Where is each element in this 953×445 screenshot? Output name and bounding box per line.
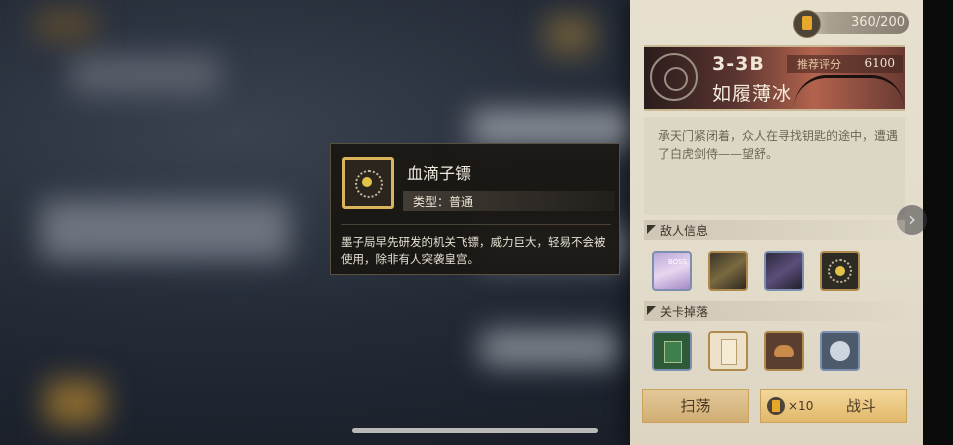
enemy-slot-warrior[interactable]	[764, 251, 804, 291]
bg-blur	[545, 15, 595, 55]
item-name: 血滴子镖	[407, 164, 472, 183]
stage-drops-header: 关卡掉落	[644, 301, 905, 321]
recommended-score: 推荐评分 6100	[787, 55, 903, 73]
stage-description: 承天门紧闭着，众人在寻找钥匙的途中，遭遇了白虎剑侍——望舒。	[658, 129, 899, 161]
bg-blur	[70, 55, 220, 95]
screen-edge	[923, 0, 953, 445]
divider	[341, 224, 611, 225]
shuriken-icon	[355, 170, 383, 198]
boss-tag: BOSS	[668, 258, 688, 266]
stage-name: 如履薄冰	[712, 83, 793, 105]
enemy-slot-shuriken[interactable]	[820, 251, 860, 291]
drop-slot-emblem[interactable]	[820, 331, 860, 371]
item-icon-frame	[342, 157, 394, 209]
fight-cost: ×10	[788, 399, 814, 413]
bg-blur	[45, 380, 105, 425]
item-type-row: 类型：普通	[403, 191, 615, 211]
stamina-counter[interactable]: 360/200	[793, 10, 909, 38]
item-description: 墨子局早先研发的机关飞镖，威力巨大，轻易不会被使用，除非有人突袭皇宫。	[341, 235, 606, 266]
item-type: 类型：普通	[413, 195, 474, 209]
stamina-cost-icon	[767, 397, 785, 415]
bg-blur	[35, 10, 95, 40]
home-indicator[interactable]	[352, 428, 598, 433]
bridge-illustration	[794, 75, 904, 108]
drop-slot-food[interactable]	[764, 331, 804, 371]
drop-slot-scroll[interactable]	[708, 331, 748, 371]
score-label: 推荐评分	[797, 58, 841, 71]
stage-banner: 3-3B 推荐评分 6100 如履薄冰	[644, 45, 905, 111]
fight-button[interactable]: ×10 战斗	[760, 389, 907, 423]
item-tooltip: 血滴子镖 类型：普通 墨子局早先研发的机关飞镖，威力巨大，轻易不会被使用，除非有…	[330, 143, 620, 275]
shuriken-icon	[828, 259, 852, 283]
triangle-marker-icon	[647, 306, 656, 315]
drop-slot-book[interactable]	[652, 331, 692, 371]
stage-drops-title: 关卡掉落	[660, 305, 709, 319]
enemy-info-title: 敌人信息	[660, 224, 709, 238]
bg-blur	[40, 200, 290, 260]
triangle-marker-icon	[647, 225, 656, 234]
stage-emblem-icon	[650, 53, 698, 101]
enemy-slot-boss[interactable]: BOSS	[652, 251, 692, 291]
stage-description-box: 承天门紧闭着，众人在寻找钥匙的途中，遭遇了白虎剑侍——望舒。	[644, 117, 905, 215]
enemy-slot-gunner[interactable]	[708, 251, 748, 291]
sweep-button[interactable]: 扫荡	[642, 389, 749, 423]
fight-label: 战斗	[846, 397, 877, 415]
bg-blur	[480, 330, 620, 366]
bg-blur	[470, 110, 640, 146]
stamina-value: 360/200	[850, 15, 905, 30]
score-value: 6100	[864, 56, 895, 70]
enemy-info-header: 敌人信息	[644, 220, 905, 240]
stage-code: 3-3B	[712, 53, 765, 75]
stamina-icon	[793, 10, 821, 38]
